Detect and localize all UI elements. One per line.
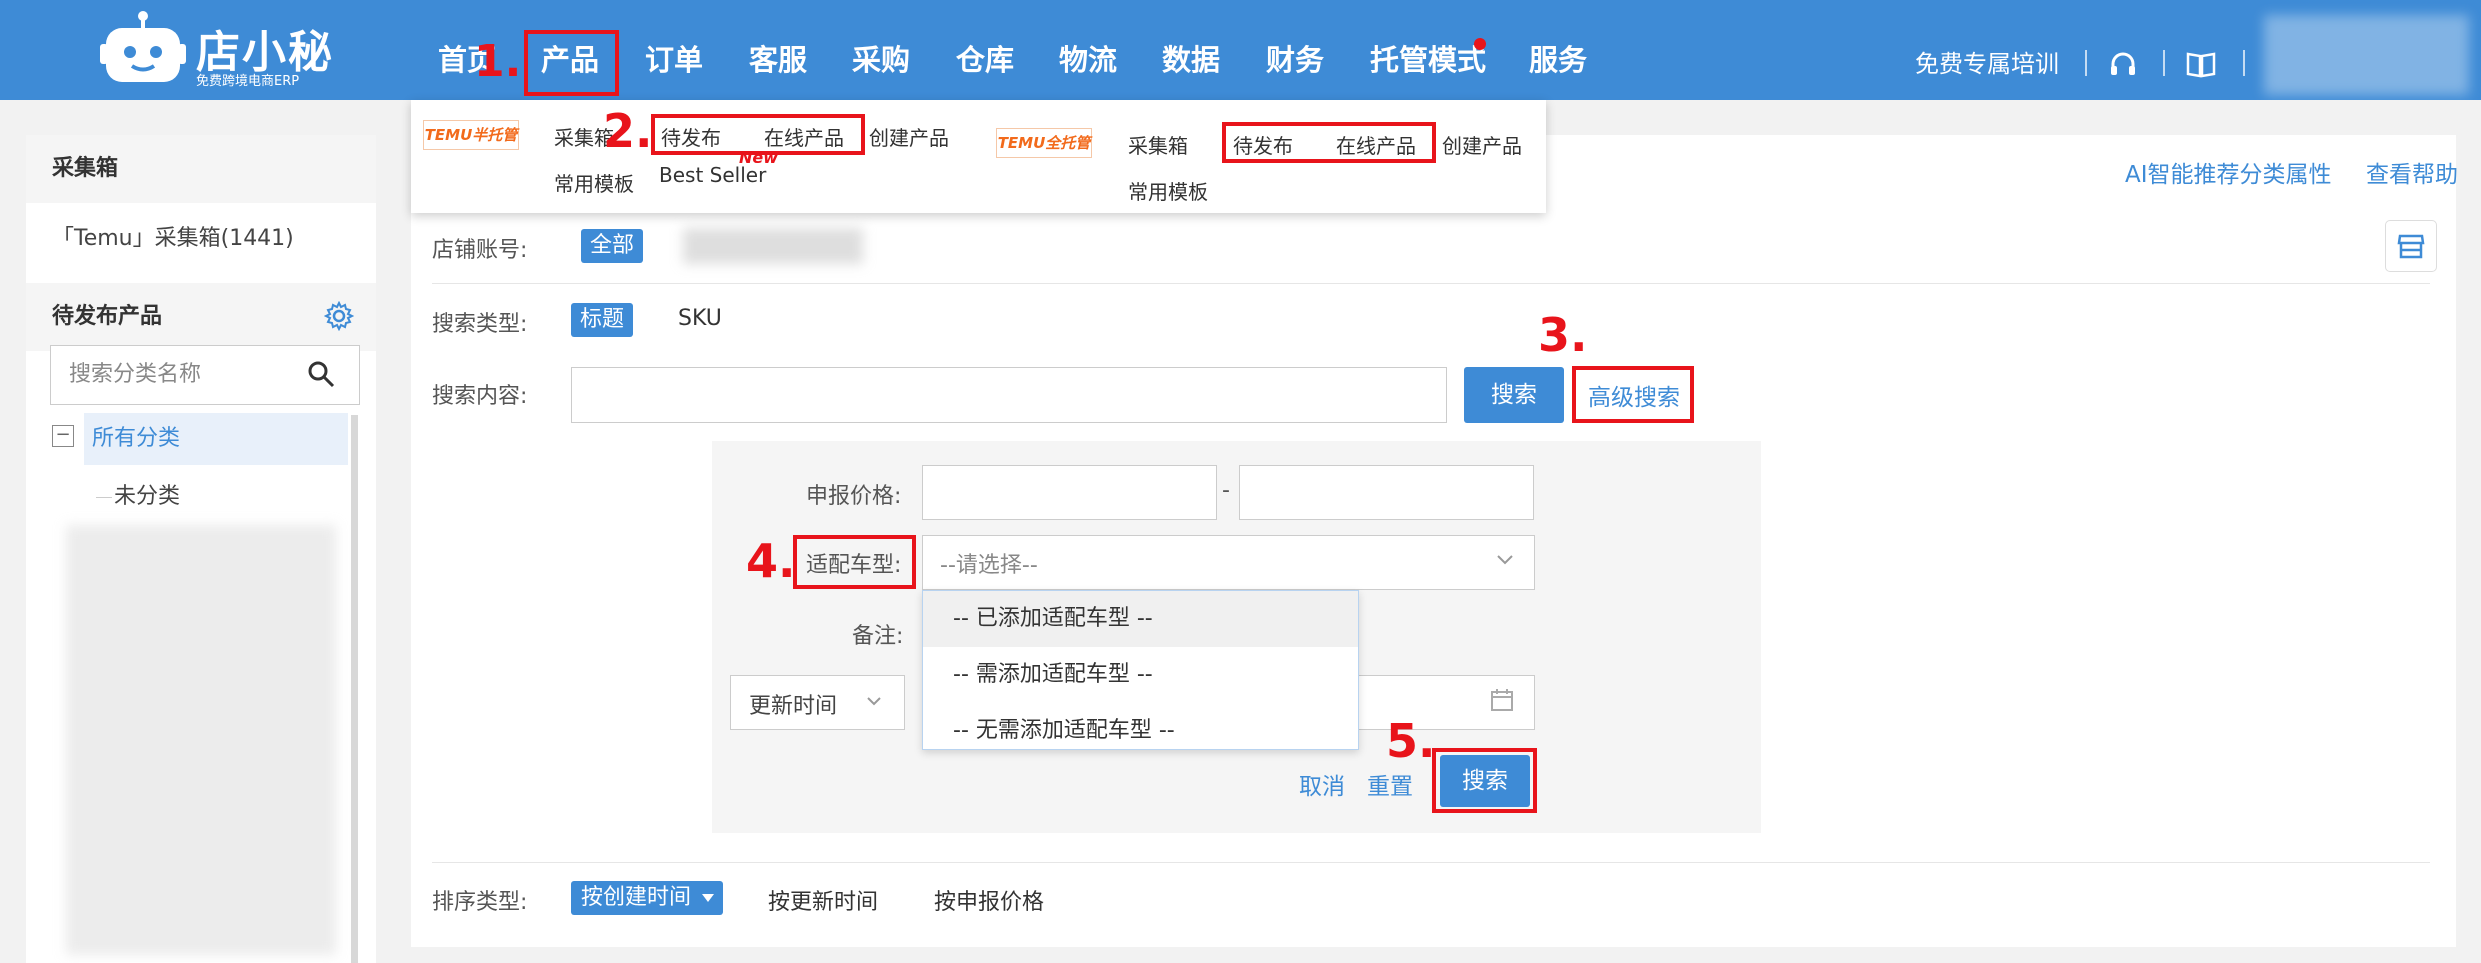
full-templates[interactable]: 常用模板: [1128, 176, 1208, 205]
sidebar-scrollbar[interactable]: [351, 415, 358, 963]
search-content-label: 搜索内容:: [432, 384, 528, 409]
sort-type-label: 排序类型:: [432, 890, 528, 915]
car-option-no-need[interactable]: -- 无需添加适配车型 --: [923, 703, 1358, 749]
annotation-box-advanced: [1572, 366, 1694, 423]
step-4-label: 4.: [746, 534, 796, 588]
car-model-label: 适配车型:: [806, 553, 902, 578]
car-model-options: -- 已添加适配车型 -- -- 需添加适配车型 -- -- 无需添加适配车型 …: [922, 590, 1359, 750]
sort-by-create-label: 按创建时间: [581, 885, 692, 910]
full-create-product[interactable]: 创建产品: [1442, 130, 1522, 159]
annotation-box-search: [1432, 748, 1537, 813]
car-model-placeholder: --请选择--: [940, 553, 1038, 578]
headset-icon[interactable]: [2108, 50, 2138, 80]
tree-uncategorized[interactable]: 未分类: [114, 475, 180, 519]
semi-create-product[interactable]: 创建产品: [869, 122, 949, 151]
search-type-title-tag[interactable]: 标题: [571, 303, 633, 337]
nav-hosting-mode[interactable]: 托管模式: [1370, 40, 1486, 80]
nav-services[interactable]: 服务: [1529, 40, 1587, 80]
blurred-category-list: [66, 525, 336, 955]
help-link[interactable]: 查看帮助: [2366, 155, 2458, 189]
book-icon[interactable]: [2186, 50, 2216, 78]
calendar-icon[interactable]: [1490, 688, 1514, 712]
step-2-label: 2.: [603, 104, 653, 158]
shop-all-tag[interactable]: 全部: [581, 229, 643, 263]
annotation-box-products: [524, 30, 619, 96]
robot-logo-icon: [100, 11, 186, 82]
price-min-input[interactable]: [922, 465, 1217, 520]
tree-line: [96, 497, 112, 498]
full-collect-box[interactable]: 采集箱: [1128, 130, 1188, 159]
semi-templates[interactable]: 常用模板: [554, 168, 634, 197]
store-icon[interactable]: [2397, 232, 2425, 260]
time-type-value: 更新时间: [749, 694, 838, 719]
nav-separator: [2085, 50, 2087, 76]
user-account-blurred[interactable]: [2264, 15, 2469, 95]
annotation-box-full: [1222, 122, 1436, 163]
tree-all-categories[interactable]: 所有分类: [92, 419, 180, 459]
nav-data[interactable]: 数据: [1162, 40, 1220, 80]
search-type-label: 搜索类型:: [432, 312, 528, 337]
nav-finance[interactable]: 财务: [1266, 40, 1324, 80]
remark-label: 备注:: [852, 624, 904, 649]
divider: [432, 862, 2430, 863]
nav-warehouse[interactable]: 仓库: [956, 40, 1014, 80]
price-label: 申报价格:: [806, 484, 902, 509]
chevron-down-icon[interactable]: [866, 696, 882, 707]
step-1-label: 1.: [474, 36, 522, 87]
collect-box-item[interactable]: 「Temu」采集箱(1441): [52, 219, 294, 259]
price-dash: -: [1222, 478, 1230, 503]
logo-subtitle: 免费跨境电商ERP: [196, 74, 300, 89]
nav-separator: [2163, 50, 2165, 76]
product-menu-dropdown: TEMU半托管 采集箱 待发布 在线产品 创建产品 常用模板 Best Sell…: [411, 100, 1546, 213]
nav-purchase[interactable]: 采购: [852, 40, 910, 80]
shop-names-blurred[interactable]: [683, 228, 863, 264]
cancel-link[interactable]: 取消: [1299, 767, 1345, 801]
ai-recommend-link[interactable]: AI智能推荐分类属性: [2125, 155, 2332, 189]
sort-by-update[interactable]: 按更新时间: [768, 884, 878, 916]
collect-box-title: 采集箱: [26, 135, 376, 203]
step-5-label: 5.: [1386, 714, 1436, 768]
temu-semi-logo: TEMU半托管: [423, 120, 519, 150]
divider: [432, 283, 2430, 284]
reset-link[interactable]: 重置: [1367, 767, 1413, 801]
search-button[interactable]: 搜索: [1464, 367, 1564, 423]
caret-down-icon[interactable]: [701, 893, 715, 903]
notification-dot: [1474, 38, 1486, 50]
search-type-sku[interactable]: SKU: [678, 306, 722, 331]
settings-gear-icon[interactable]: [324, 301, 354, 331]
top-navbar: 店小秘 免费跨境电商ERP 首页 产品 订单 客服 采购 仓库 物流 数据 财务…: [0, 0, 2481, 100]
step-3-label: 3.: [1538, 308, 1588, 362]
car-option-need-add[interactable]: -- 需添加适配车型 --: [923, 647, 1358, 703]
search-content-input[interactable]: [571, 367, 1447, 423]
chevron-down-icon[interactable]: [1496, 554, 1514, 566]
sort-by-price[interactable]: 按申报价格: [934, 884, 1044, 916]
temu-full-logo: TEMU全托管: [996, 128, 1092, 158]
search-icon[interactable]: [306, 359, 336, 389]
nav-customer-service[interactable]: 客服: [749, 40, 807, 80]
tree-collapse-icon[interactable]: −: [52, 425, 74, 447]
free-training-link[interactable]: 免费专属培训: [1915, 44, 2059, 84]
annotation-box-semi: [651, 114, 865, 155]
sidebar: 采集箱 「Temu」采集箱(1441) 待发布产品 搜索分类名称 − 所有分类 …: [26, 135, 376, 963]
shop-account-label: 店铺账号:: [432, 238, 528, 263]
nav-orders[interactable]: 订单: [645, 40, 703, 80]
nav-separator: [2243, 50, 2245, 76]
nav-logistics[interactable]: 物流: [1059, 40, 1117, 80]
car-option-added[interactable]: -- 已添加适配车型 --: [923, 591, 1358, 647]
price-max-input[interactable]: [1239, 465, 1534, 520]
